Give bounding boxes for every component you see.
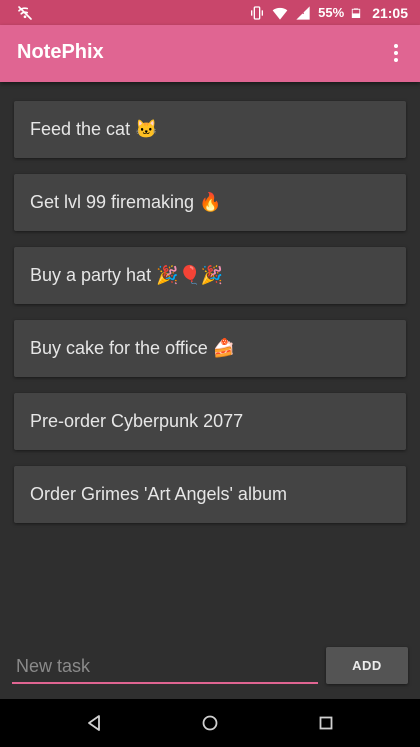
task-card[interactable]: Feed the cat 🐱	[14, 101, 406, 158]
task-text: Pre-order Cyberpunk 2077	[30, 411, 244, 431]
task-card[interactable]: Buy a party hat 🎉🎈🎉	[14, 247, 406, 304]
task-text: Get lvl 99 firemaking 🔥	[30, 192, 222, 212]
task-text: Buy a party hat 🎉🎈🎉	[30, 265, 224, 285]
vibrate-icon	[251, 5, 264, 20]
app-title: NotePhix	[17, 41, 104, 63]
task-list: Feed the cat 🐱 Get lvl 99 firemaking 🔥 B…	[14, 101, 406, 539]
task-card[interactable]: Order Grimes 'Art Angels' album	[14, 466, 406, 523]
battery-percent: 55%	[318, 5, 345, 20]
battery-icon	[352, 7, 361, 18]
recents-icon[interactable]	[314, 711, 338, 735]
task-card[interactable]: Buy cake for the office 🍰	[14, 320, 406, 377]
task-card[interactable]: Pre-order Cyberpunk 2077	[14, 393, 406, 450]
app-bar: NotePhix	[0, 25, 420, 82]
new-task-input[interactable]	[12, 650, 318, 684]
status-bar: 55% 21:05	[0, 0, 420, 25]
signal-icon	[296, 5, 310, 20]
back-icon[interactable]	[82, 711, 106, 735]
no-notifications-icon	[18, 6, 32, 20]
wifi-icon	[272, 7, 288, 20]
navigation-bar	[0, 699, 420, 747]
task-text: Feed the cat 🐱	[30, 119, 158, 139]
task-text: Buy cake for the office 🍰	[30, 338, 236, 358]
add-button[interactable]: ADD	[326, 647, 408, 684]
home-icon[interactable]	[198, 711, 222, 735]
clock: 21:05	[372, 4, 408, 21]
task-text: Order Grimes 'Art Angels' album	[30, 484, 287, 504]
more-vert-icon[interactable]	[384, 39, 408, 67]
task-card[interactable]: Get lvl 99 firemaking 🔥	[14, 174, 406, 231]
